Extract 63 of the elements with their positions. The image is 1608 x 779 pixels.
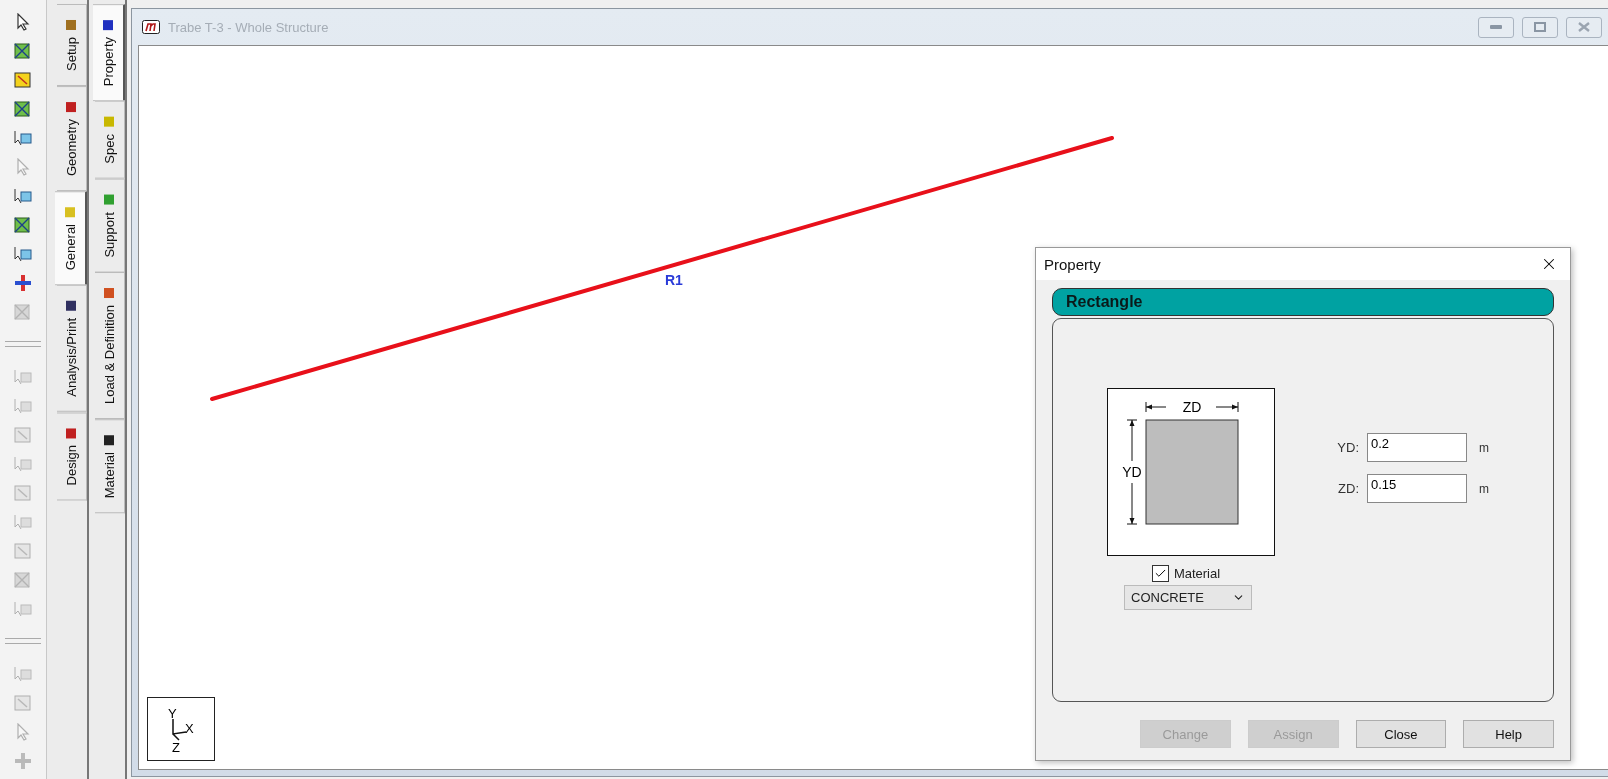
side-tab[interactable]: Support <box>95 178 125 273</box>
pointer-icon <box>16 157 30 176</box>
maximize-icon <box>1534 22 1546 32</box>
tab-icon <box>103 434 116 447</box>
dimension-field[interactable]: 0.15 <box>1367 474 1467 503</box>
side-tab[interactable]: Geometry <box>57 86 87 192</box>
tab-icon <box>65 19 78 31</box>
maximize-button[interactable] <box>1522 16 1558 38</box>
member-label: R1 <box>665 272 683 288</box>
minimize-icon <box>1490 25 1502 29</box>
axis-label: Y <box>168 706 177 721</box>
section-header: Rectangle <box>1052 288 1554 316</box>
dimension-label: ZD <box>1182 399 1202 415</box>
field-label: YD: <box>1336 440 1359 455</box>
plus-icon <box>14 273 32 292</box>
checkbox-label: Material <box>1173 566 1221 581</box>
side-tab[interactable]: Setup <box>57 4 87 86</box>
plate-icon <box>13 69 33 90</box>
tab-icon <box>103 193 116 206</box>
tab-icon <box>65 427 78 440</box>
plate-icon <box>13 692 33 713</box>
dimension-field[interactable]: 0.2 <box>1367 433 1467 462</box>
unit-label: m <box>1479 481 1489 496</box>
pointer-icon <box>16 12 30 31</box>
plate-icon <box>13 482 33 503</box>
tab-icon <box>65 300 78 313</box>
frame-icon <box>13 40 33 61</box>
axis-label: Z <box>172 740 180 755</box>
tab-icon <box>103 287 116 300</box>
field-label: ZD: <box>1337 481 1359 496</box>
tab-icon <box>102 19 114 31</box>
dialog-title: Property <box>1044 255 1101 273</box>
frame-icon <box>13 98 33 119</box>
tab-icon <box>65 101 78 113</box>
material-dropdown[interactable]: CONCRETE <box>1124 585 1252 610</box>
close-icon <box>1578 22 1590 32</box>
window-title: Trabe T-3 - Whole Structure <box>168 19 330 35</box>
side-tab[interactable]: Spec <box>95 101 125 179</box>
side-tab[interactable]: Analysis/Print <box>57 285 87 413</box>
pointer-icon <box>16 722 30 741</box>
tab-icon <box>64 206 76 219</box>
frame-icon <box>13 569 33 590</box>
axis-lines <box>172 718 187 741</box>
dialog-button[interactable]: Close <box>1355 720 1447 748</box>
minimize-button[interactable] <box>1478 16 1514 38</box>
side-tab[interactable]: Load & Definition <box>95 272 125 420</box>
side-tab[interactable]: General <box>55 191 87 286</box>
side-tab[interactable]: Material <box>95 419 125 514</box>
tab-icon <box>103 116 116 129</box>
material-checkbox[interactable] <box>1151 565 1169 582</box>
plate-icon <box>13 424 33 445</box>
unit-label: m <box>1479 440 1489 455</box>
plus-icon <box>14 751 32 770</box>
app-icon <box>142 20 160 34</box>
check-icon <box>1153 567 1167 580</box>
dialog-button[interactable]: Help <box>1463 720 1554 748</box>
dimension-label: YD <box>1122 464 1142 480</box>
frame-icon <box>13 214 33 235</box>
side-tab[interactable]: Property <box>93 4 125 102</box>
plate-icon <box>13 540 33 561</box>
side-tab[interactable]: Design <box>57 412 87 501</box>
axis-label: X <box>185 721 194 736</box>
frame-icon <box>13 301 33 322</box>
